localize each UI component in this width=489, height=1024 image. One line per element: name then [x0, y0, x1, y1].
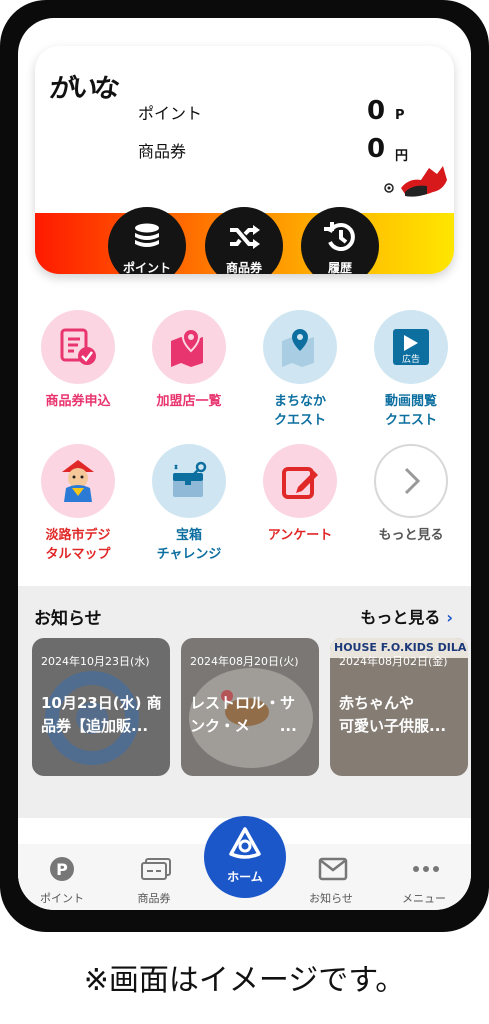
news-title: お知らせ: [34, 609, 102, 629]
menu-store-list[interactable]: 加盟店一覧: [139, 310, 239, 411]
menu-label: もっと見る: [378, 528, 444, 543]
points-button-label: ポイント: [122, 261, 171, 274]
menu-label: 商品券申込: [45, 394, 111, 409]
news-more-link[interactable]: もっと見る ›: [360, 604, 453, 628]
mail-icon: [318, 857, 348, 881]
survey-edit-icon: [263, 444, 337, 518]
video-ad-icon: 広告: [374, 310, 448, 384]
image-caption: ※画面はイメージです。: [83, 963, 406, 998]
news-text: 赤ちゃんや 可愛い子供服...: [339, 694, 447, 735]
treasure-box-icon: [152, 444, 226, 518]
news-text: 10月23日(水) 商 品券【追加販...: [41, 694, 162, 735]
menu-label: 淡路市デジ タルマップ: [45, 528, 111, 562]
points-unit: P: [395, 108, 405, 123]
svg-text:P: P: [56, 860, 68, 879]
menu-label: アンケート: [267, 528, 333, 543]
tab-label: メニュー: [402, 892, 446, 905]
tab-news[interactable]: お知らせ: [291, 844, 371, 910]
home-logo-icon: [229, 827, 261, 859]
tab-label: ポイント: [40, 892, 84, 905]
history-icon: [324, 222, 355, 251]
menu-video-quest[interactable]: 広告 動画閲覧 クエスト: [361, 310, 461, 430]
menu-see-more[interactable]: もっと見る: [361, 444, 461, 545]
menu-town-quest[interactable]: まちなか クエスト: [250, 310, 350, 430]
application-form-icon: [41, 310, 115, 384]
news-card[interactable]: HOUSE F.O.KIDS DILA 2024年08月02日(金) 赤ちゃんや…: [330, 638, 468, 776]
news-more-label: もっと見る: [360, 608, 441, 627]
news-date: 2024年08月20日(火): [190, 655, 299, 668]
menu-voucher-application[interactable]: 商品券申込: [28, 310, 128, 411]
map-pin-icon: [152, 310, 226, 384]
tab-points[interactable]: P ポイント: [22, 844, 102, 910]
balance-card: がいな ポイント 0 P 商品券 0 円 ポイント 商品券 履歴: [35, 46, 454, 274]
ad-badge: 広告: [402, 353, 420, 365]
voucher-label: 商品券: [138, 142, 187, 161]
tab-label: お知らせ: [309, 892, 353, 905]
menu-digital-map[interactable]: 淡路市デジ タルマップ: [28, 444, 128, 564]
brand-logo: がいな: [47, 74, 118, 104]
tab-label: 商品券: [137, 892, 171, 905]
news-text: レストロル・サ ンク・メ ...: [190, 694, 297, 735]
app-screen: がいな ポイント 0 P 商品券 0 円 ポイント 商品券 履歴 商品券申込 加…: [18, 18, 471, 910]
voucher-button-label: 商品券: [225, 261, 262, 274]
menu-label: まちなか クエスト: [273, 394, 326, 428]
chevron-right-icon: ›: [446, 608, 453, 627]
points-value: 0: [367, 96, 386, 126]
coins-icon: [135, 223, 159, 247]
shuffle-icon: [230, 225, 260, 249]
news-card[interactable]: 2024年10月23日(水) 10月23日(水) 商 品券【追加販...: [32, 638, 170, 776]
more-dots-icon: [413, 866, 439, 872]
tab-home[interactable]: ホーム: [204, 816, 286, 898]
mascot-icon: [41, 444, 115, 518]
point-p-icon: P: [50, 857, 74, 881]
news-card[interactable]: 2024年08月20日(火) レストロル・サ ンク・メ ...: [181, 638, 319, 776]
voucher-icon: [141, 858, 171, 880]
phone-frame: がいな ポイント 0 P 商品券 0 円 ポイント 商品券 履歴 商品券申込 加…: [0, 0, 489, 932]
quest-map-icon: [263, 310, 337, 384]
news-date: 2024年08月02日(金): [339, 655, 448, 668]
menu-label: 加盟店一覧: [156, 394, 222, 409]
news-section: お知らせ もっと見る › 2024年10月23日(水) 10月23日(水) 商 品…: [18, 586, 471, 818]
chevron-right-icon: [374, 444, 448, 518]
menu-label: 宝箱 チャレンジ: [156, 528, 222, 562]
mascot-icon: [384, 166, 447, 197]
history-button-label: 履歴: [327, 261, 352, 274]
tab-label: ホーム: [227, 870, 263, 884]
menu-survey[interactable]: アンケート: [250, 444, 350, 545]
news-date: 2024年10月23日(水): [41, 655, 150, 668]
tab-voucher[interactable]: 商品券: [114, 844, 194, 910]
menu-treasure-challenge[interactable]: 宝箱 チャレンジ: [139, 444, 239, 564]
tab-menu[interactable]: メニュー: [384, 844, 464, 910]
menu-label: 動画閲覧 クエスト: [384, 394, 437, 428]
points-label: ポイント: [138, 104, 203, 123]
